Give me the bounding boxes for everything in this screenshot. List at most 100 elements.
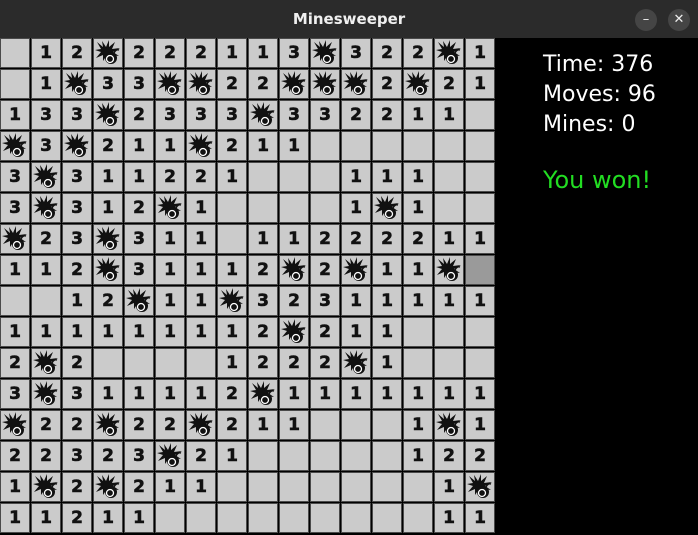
- number-cell[interactable]: 1: [279, 379, 309, 409]
- mine-cell[interactable]: [93, 472, 123, 502]
- number-cell[interactable]: 3: [124, 224, 154, 254]
- mine-cell[interactable]: [434, 255, 464, 285]
- empty-cell[interactable]: [124, 348, 154, 378]
- number-cell[interactable]: 2: [93, 441, 123, 471]
- number-cell[interactable]: 1: [155, 255, 185, 285]
- empty-cell[interactable]: [279, 193, 309, 223]
- number-cell[interactable]: 1: [217, 38, 247, 68]
- number-cell[interactable]: 1: [341, 317, 371, 347]
- number-cell[interactable]: 2: [0, 441, 30, 471]
- number-cell[interactable]: 1: [155, 379, 185, 409]
- number-cell[interactable]: 1: [465, 69, 495, 99]
- number-cell[interactable]: 3: [0, 193, 30, 223]
- empty-cell[interactable]: [372, 503, 402, 533]
- empty-cell[interactable]: [465, 162, 495, 192]
- mine-cell[interactable]: [186, 410, 216, 440]
- number-cell[interactable]: 1: [341, 193, 371, 223]
- number-cell[interactable]: 1: [0, 100, 30, 130]
- mine-cell[interactable]: [465, 472, 495, 502]
- number-cell[interactable]: 2: [62, 255, 92, 285]
- number-cell[interactable]: 1: [341, 162, 371, 192]
- number-cell[interactable]: 3: [155, 100, 185, 130]
- mine-cell[interactable]: [217, 286, 247, 316]
- empty-cell[interactable]: [310, 193, 340, 223]
- mine-cell[interactable]: [248, 100, 278, 130]
- number-cell[interactable]: 1: [62, 286, 92, 316]
- number-cell[interactable]: 3: [62, 193, 92, 223]
- number-cell[interactable]: 2: [124, 38, 154, 68]
- empty-cell[interactable]: [248, 162, 278, 192]
- mine-cell[interactable]: [434, 410, 464, 440]
- number-cell[interactable]: 2: [0, 348, 30, 378]
- mine-cell[interactable]: [341, 69, 371, 99]
- number-cell[interactable]: 2: [186, 441, 216, 471]
- number-cell[interactable]: 2: [434, 441, 464, 471]
- number-cell[interactable]: 2: [217, 379, 247, 409]
- number-cell[interactable]: 2: [403, 38, 433, 68]
- number-cell[interactable]: 1: [31, 38, 61, 68]
- empty-cell[interactable]: [248, 503, 278, 533]
- empty-cell[interactable]: [434, 317, 464, 347]
- mine-cell[interactable]: [62, 69, 92, 99]
- number-cell[interactable]: 2: [217, 410, 247, 440]
- number-cell[interactable]: 1: [124, 503, 154, 533]
- number-cell[interactable]: 1: [372, 255, 402, 285]
- number-cell[interactable]: 1: [31, 317, 61, 347]
- number-cell[interactable]: 1: [403, 441, 433, 471]
- mine-cell[interactable]: [93, 410, 123, 440]
- mine-cell[interactable]: [155, 441, 185, 471]
- number-cell[interactable]: 3: [62, 224, 92, 254]
- mine-cell[interactable]: [31, 379, 61, 409]
- number-cell[interactable]: 2: [372, 38, 402, 68]
- number-cell[interactable]: 1: [279, 224, 309, 254]
- mine-cell[interactable]: [0, 410, 30, 440]
- number-cell[interactable]: 2: [62, 503, 92, 533]
- number-cell[interactable]: 2: [372, 69, 402, 99]
- number-cell[interactable]: 1: [217, 255, 247, 285]
- number-cell[interactable]: 2: [248, 348, 278, 378]
- number-cell[interactable]: 2: [248, 255, 278, 285]
- number-cell[interactable]: 1: [124, 317, 154, 347]
- number-cell[interactable]: 1: [217, 317, 247, 347]
- number-cell[interactable]: 2: [155, 38, 185, 68]
- mine-cell[interactable]: [155, 69, 185, 99]
- number-cell[interactable]: 3: [62, 162, 92, 192]
- mine-cell[interactable]: [186, 69, 216, 99]
- empty-cell[interactable]: [403, 131, 433, 161]
- number-cell[interactable]: 2: [186, 38, 216, 68]
- mine-cell[interactable]: [403, 69, 433, 99]
- number-cell[interactable]: 2: [62, 38, 92, 68]
- empty-cell[interactable]: [279, 472, 309, 502]
- number-cell[interactable]: 2: [248, 69, 278, 99]
- number-cell[interactable]: 3: [341, 38, 371, 68]
- empty-cell[interactable]: [372, 131, 402, 161]
- empty-cell[interactable]: [0, 286, 30, 316]
- number-cell[interactable]: 1: [186, 255, 216, 285]
- close-button[interactable]: ✕: [668, 9, 690, 31]
- mine-cell[interactable]: [93, 100, 123, 130]
- number-cell[interactable]: 2: [217, 69, 247, 99]
- mine-cell[interactable]: [279, 255, 309, 285]
- number-cell[interactable]: 1: [434, 224, 464, 254]
- number-cell[interactable]: 2: [403, 224, 433, 254]
- empty-cell[interactable]: [434, 348, 464, 378]
- empty-cell[interactable]: [372, 441, 402, 471]
- number-cell[interactable]: 2: [434, 69, 464, 99]
- mine-cell[interactable]: [372, 193, 402, 223]
- number-cell[interactable]: 1: [341, 286, 371, 316]
- mine-cell[interactable]: [93, 255, 123, 285]
- number-cell[interactable]: 1: [155, 131, 185, 161]
- number-cell[interactable]: 2: [155, 410, 185, 440]
- number-cell[interactable]: 1: [403, 286, 433, 316]
- number-cell[interactable]: 3: [93, 69, 123, 99]
- number-cell[interactable]: 2: [124, 472, 154, 502]
- number-cell[interactable]: 1: [0, 503, 30, 533]
- number-cell[interactable]: 2: [310, 317, 340, 347]
- empty-cell[interactable]: [434, 162, 464, 192]
- number-cell[interactable]: 1: [248, 38, 278, 68]
- number-cell[interactable]: 2: [465, 441, 495, 471]
- number-cell[interactable]: 2: [124, 193, 154, 223]
- number-cell[interactable]: 2: [186, 162, 216, 192]
- number-cell[interactable]: 1: [93, 503, 123, 533]
- mine-cell[interactable]: [62, 131, 92, 161]
